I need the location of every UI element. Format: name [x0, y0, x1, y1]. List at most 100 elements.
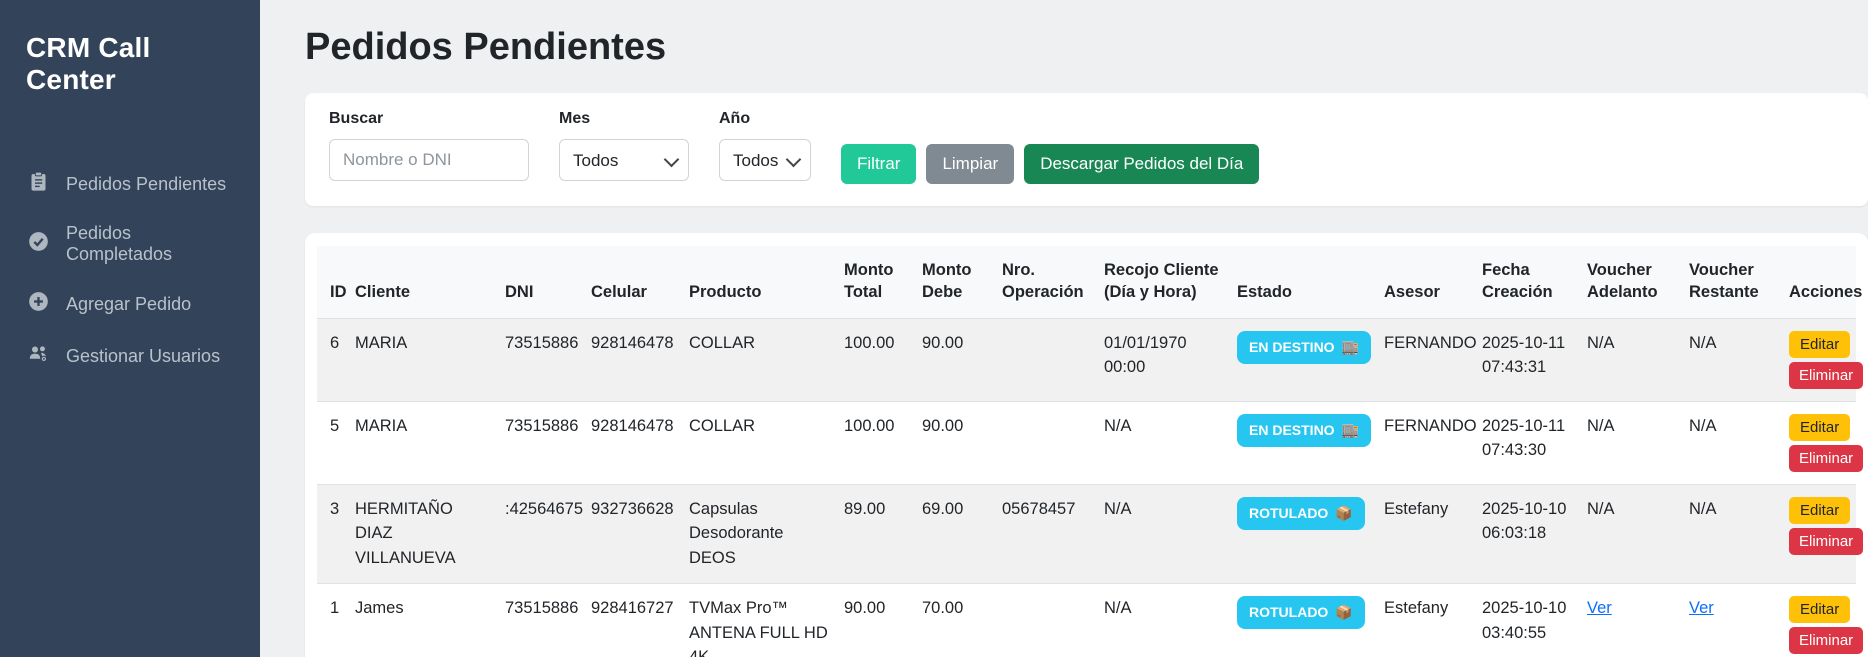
cell-asesor: Estefany	[1384, 583, 1482, 657]
sidebar-item-pedidos-completados[interactable]: Pedidos Completados	[0, 210, 260, 278]
orders-table: IDClienteDNICelularProductoMonto TotalMo…	[317, 246, 1856, 657]
cell-nro-operacion	[1002, 318, 1104, 401]
edit-button[interactable]: Editar	[1789, 414, 1850, 441]
status-icon: 📦	[1335, 602, 1352, 623]
main-content: Pedidos Pendientes Buscar Mes Todos Año	[260, 0, 1868, 657]
edit-button-wrap: Editar	[1789, 331, 1844, 358]
cell-producto: Capsulas Desodorante DEOS	[689, 484, 844, 583]
cell-nro-operacion	[1002, 583, 1104, 657]
cell-cliente: MARIA	[355, 318, 505, 401]
filter-buttons: Filtrar Limpiar Descargar Pedidos del Dí…	[841, 144, 1259, 184]
cell-celular: 928146478	[591, 401, 689, 484]
cell-celular: 928416727	[591, 583, 689, 657]
cell-dni: :42564675	[505, 484, 591, 583]
cell-celular: 928146478	[591, 318, 689, 401]
column-header-6: Monto Debe	[922, 246, 1002, 318]
sidebar-item-pedidos-pendientes[interactable]: Pedidos Pendientes	[0, 158, 260, 210]
delete-button[interactable]: Eliminar	[1789, 528, 1863, 555]
cell-id: 3	[317, 484, 355, 583]
cell-recojo: N/A	[1104, 583, 1237, 657]
clear-button[interactable]: Limpiar	[926, 144, 1014, 184]
cell-producto: COLLAR	[689, 318, 844, 401]
column-header-11: Fecha Creación	[1482, 246, 1587, 318]
column-header-9: Estado	[1237, 246, 1384, 318]
edit-button[interactable]: Editar	[1789, 596, 1850, 623]
cell-monto-debe: 69.00	[922, 484, 1002, 583]
column-header-10: Asesor	[1384, 246, 1482, 318]
edit-button-wrap: Editar	[1789, 414, 1844, 441]
cell-id: 5	[317, 401, 355, 484]
cell-fecha-creacion: 2025-10-10 06:03:18	[1482, 484, 1587, 583]
cell-fecha-creacion: 2025-10-11 07:43:30	[1482, 401, 1587, 484]
month-label: Mes	[559, 110, 689, 128]
voucher-adelanto-link[interactable]: Ver	[1587, 599, 1612, 617]
cell-dni: 73515886	[505, 401, 591, 484]
row-actions: EditarEliminar	[1789, 497, 1844, 555]
column-header-13: Voucher Restante	[1689, 246, 1789, 318]
cell-asesor: FERNANDO	[1384, 318, 1482, 401]
cell-nro-operacion: 05678457	[1002, 484, 1104, 583]
cell-celular: 932736628	[591, 484, 689, 583]
cell-voucher-adelanto: N/A	[1587, 484, 1689, 583]
sidebar-item-agregar-pedido[interactable]: Agregar Pedido	[0, 278, 260, 330]
delete-button-wrap: Eliminar	[1789, 362, 1844, 389]
cell-acciones: Editar Eliminar	[1789, 318, 1856, 401]
cell-voucher-restante: N/A	[1689, 318, 1789, 401]
edit-button[interactable]: Editar	[1789, 497, 1850, 524]
app-title: CRM Call Center	[0, 0, 260, 106]
search-group: Buscar	[329, 110, 529, 181]
delete-button[interactable]: Eliminar	[1789, 362, 1863, 389]
sidebar-item-gestionar-usuarios[interactable]: Gestionar Usuarios	[0, 330, 260, 382]
cell-nro-operacion	[1002, 401, 1104, 484]
cell-estado: ROTULADO📦	[1237, 583, 1384, 657]
orders-table-card: IDClienteDNICelularProductoMonto TotalMo…	[305, 233, 1868, 657]
cell-monto-debe: 70.00	[922, 583, 1002, 657]
table-header-row: IDClienteDNICelularProductoMonto TotalMo…	[317, 246, 1856, 318]
delete-button-wrap: Eliminar	[1789, 445, 1844, 472]
cell-producto: TVMax Pro™ ANTENA FULL HD 4K	[689, 583, 844, 657]
column-header-14: Acciones	[1789, 246, 1856, 318]
clipboard-icon	[28, 171, 49, 197]
cell-acciones: EditarEliminar	[1789, 484, 1856, 583]
month-group: Mes Todos	[559, 110, 689, 181]
plus-circle-icon	[28, 291, 49, 317]
status-badge: EN DESTINO🏬	[1237, 414, 1371, 447]
orders-table-body: 6MARIA73515886928146478COLLAR100.0090.00…	[317, 318, 1856, 657]
status-label: EN DESTINO	[1249, 420, 1335, 441]
row-actions: Editar Eliminar	[1789, 331, 1844, 389]
cell-recojo: N/A	[1104, 484, 1237, 583]
cell-monto-debe: 90.00	[922, 401, 1002, 484]
edit-button[interactable]: Editar	[1789, 331, 1850, 358]
column-header-1: Cliente	[355, 246, 505, 318]
cell-fecha-creacion: 2025-10-10 03:40:55	[1482, 583, 1587, 657]
column-header-12: Voucher Adelanto	[1587, 246, 1689, 318]
column-header-8: Recojo Cliente (Día y Hora)	[1104, 246, 1237, 318]
cell-id: 6	[317, 318, 355, 401]
cell-cliente: James	[355, 583, 505, 657]
cell-voucher-restante: Ver	[1689, 583, 1789, 657]
table-row: 5MARIA73515886928146478COLLAR100.0090.00…	[317, 401, 1856, 484]
filter-button[interactable]: Filtrar	[841, 144, 916, 184]
sidebar-item-label: Gestionar Usuarios	[66, 346, 220, 367]
search-input[interactable]	[329, 139, 529, 181]
cell-dni: 73515886	[505, 583, 591, 657]
voucher-restante-link[interactable]: Ver	[1689, 599, 1714, 617]
search-label: Buscar	[329, 110, 529, 128]
cell-voucher-restante: N/A	[1689, 484, 1789, 583]
status-badge: ROTULADO📦	[1237, 596, 1365, 629]
year-group: Año Todos	[719, 110, 811, 181]
row-actions: Editar Eliminar	[1789, 414, 1844, 472]
delete-button[interactable]: Eliminar	[1789, 627, 1863, 654]
cell-estado: EN DESTINO🏬	[1237, 401, 1384, 484]
delete-button[interactable]: Eliminar	[1789, 445, 1863, 472]
cell-monto-debe: 90.00	[922, 318, 1002, 401]
row-actions: EditarEliminar	[1789, 596, 1844, 654]
column-header-2: DNI	[505, 246, 591, 318]
cell-monto-total: 90.00	[844, 583, 922, 657]
year-select[interactable]: Todos	[719, 139, 811, 181]
cell-estado: EN DESTINO🏬	[1237, 318, 1384, 401]
cell-voucher-restante: N/A	[1689, 401, 1789, 484]
download-orders-button[interactable]: Descargar Pedidos del Día	[1024, 144, 1259, 184]
cell-dni: 73515886	[505, 318, 591, 401]
month-select[interactable]: Todos	[559, 139, 689, 181]
